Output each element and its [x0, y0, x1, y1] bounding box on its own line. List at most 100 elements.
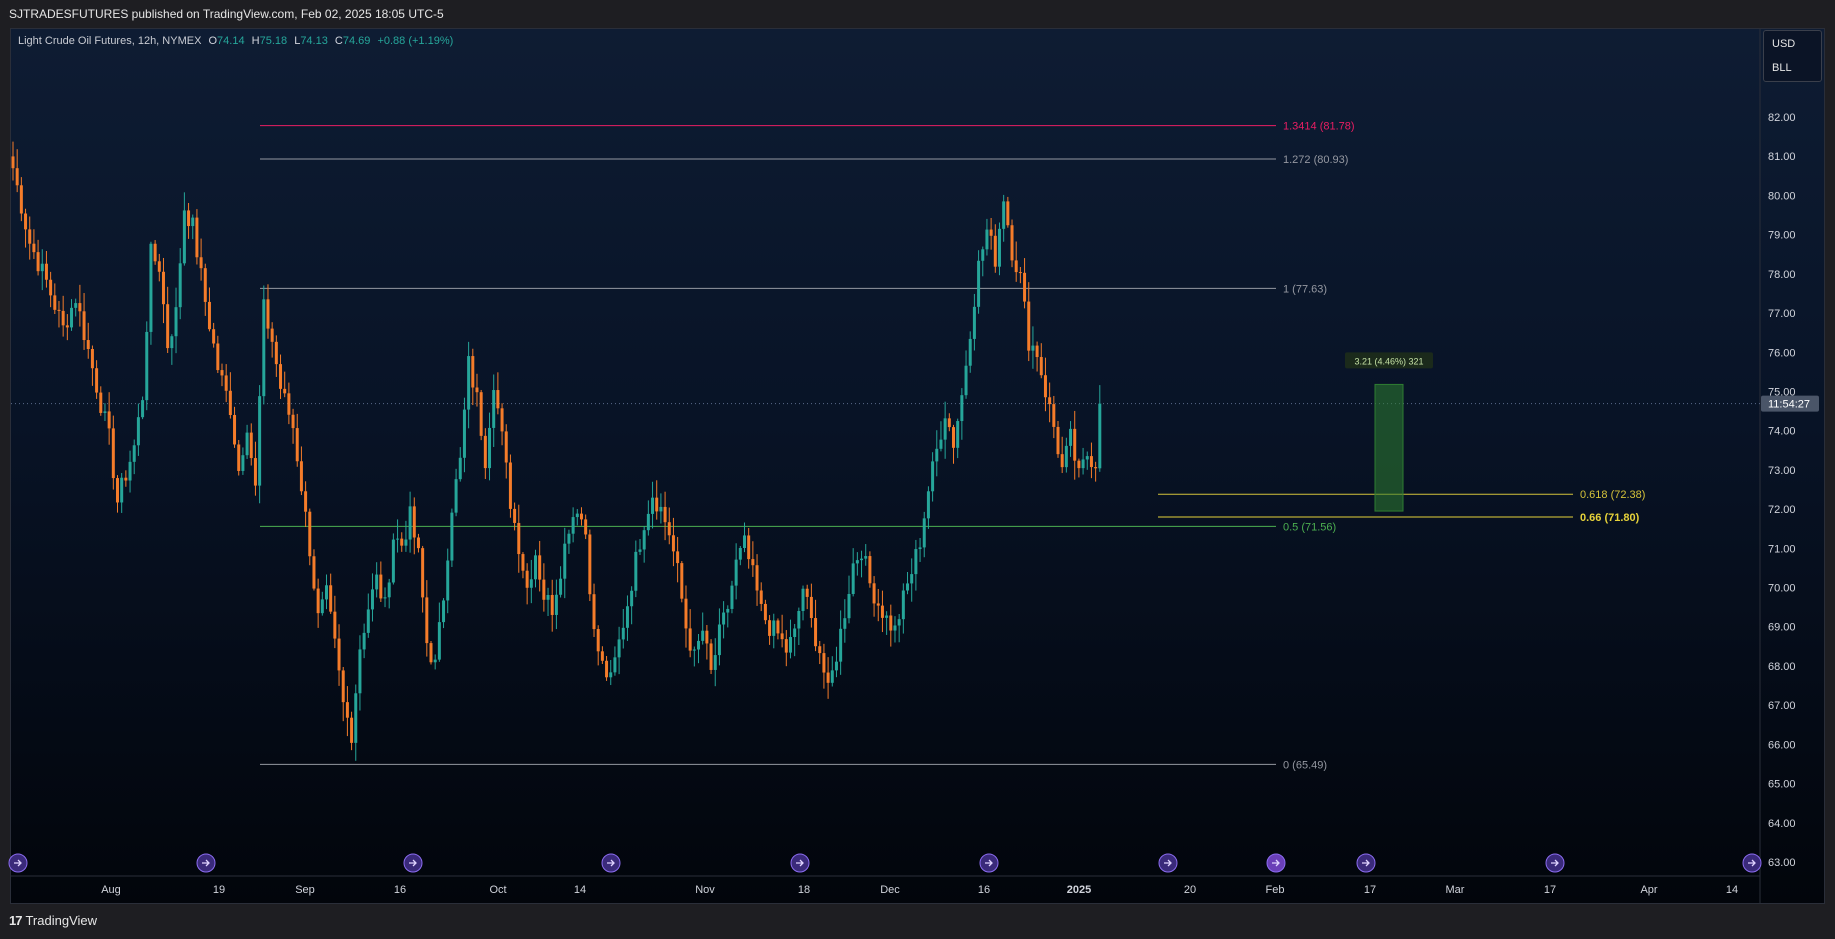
- candle-body: [116, 478, 119, 503]
- candle-body: [508, 462, 512, 509]
- candle-body: [124, 477, 128, 481]
- candle-body: [11, 156, 15, 169]
- candle-body: [634, 551, 638, 591]
- candle-body: [341, 670, 345, 703]
- candle-body: [141, 400, 145, 418]
- candle-body: [132, 445, 136, 462]
- x-tick-label: Oct: [489, 884, 506, 896]
- event-marker-icon[interactable]: [979, 853, 999, 873]
- candle-body: [843, 618, 847, 629]
- candle-body: [517, 522, 521, 555]
- candle-body: [605, 660, 609, 678]
- candle-body: [304, 491, 308, 512]
- x-tick-label: Apr: [1640, 884, 1657, 896]
- candle-body: [479, 392, 483, 436]
- candle-body: [274, 341, 278, 365]
- event-marker-icon[interactable]: [601, 853, 621, 873]
- candle-body: [471, 356, 475, 388]
- candle-body: [952, 427, 955, 448]
- candle-body: [734, 559, 738, 586]
- candle-body: [86, 340, 90, 350]
- event-marker-icon[interactable]: [196, 853, 216, 873]
- candle-body: [212, 329, 216, 344]
- candle-body: [345, 702, 349, 718]
- candle-body: [885, 615, 889, 618]
- candle-body: [968, 338, 972, 366]
- candle-body: [325, 585, 328, 600]
- candle-body: [258, 396, 262, 486]
- candle-body: [262, 299, 266, 397]
- x-tick-label: 17: [1364, 884, 1376, 896]
- event-marker-icon[interactable]: [790, 853, 810, 873]
- event-marker-icon[interactable]: [1158, 853, 1178, 873]
- candle-body: [404, 539, 408, 546]
- candle-body: [107, 411, 111, 429]
- candle-body: [738, 548, 742, 560]
- candle-body: [1048, 397, 1052, 405]
- candle-body: [617, 639, 621, 658]
- candle-body: [203, 268, 207, 302]
- candle-body: [943, 418, 947, 440]
- symbol-name[interactable]: Light Crude Oil Futures, 12h, NYMEX: [18, 35, 201, 47]
- candle-body: [15, 168, 19, 186]
- candle-body: [755, 565, 759, 591]
- y-tick-label: 79.00: [1768, 230, 1796, 242]
- candle-body: [1098, 403, 1102, 469]
- candle-body: [513, 508, 517, 523]
- candle-body: [826, 672, 830, 683]
- event-marker-icon[interactable]: [1356, 853, 1376, 873]
- x-tick-label: 14: [574, 884, 586, 896]
- event-marker-icon[interactable]: [403, 853, 423, 873]
- candle-body: [187, 210, 191, 227]
- candle-body: [149, 243, 153, 332]
- candle-body: [671, 535, 675, 552]
- candle-body: [350, 717, 354, 743]
- measure-label: 3.21 (4.46%) 321: [1354, 356, 1423, 366]
- candle-body: [153, 243, 157, 262]
- event-marker-icon[interactable]: [8, 853, 28, 873]
- candle-body: [567, 533, 571, 544]
- y-tick-label: 72.00: [1768, 504, 1796, 516]
- candle-body: [868, 556, 872, 584]
- candle-body: [839, 628, 843, 662]
- candle-body: [320, 599, 324, 614]
- candle-body: [893, 625, 897, 631]
- candle-body: [291, 414, 295, 429]
- candle-body: [1052, 404, 1056, 427]
- candle-body: [546, 594, 550, 600]
- candle-body: [354, 693, 358, 743]
- candle-body: [680, 563, 684, 599]
- symbol-legend[interactable]: Light Crude Oil Futures, 12h, NYMEX O74.…: [18, 35, 453, 47]
- y-tick-label: 63.00: [1768, 857, 1796, 869]
- candle-body: [989, 229, 993, 236]
- candle-body: [809, 596, 813, 619]
- tradingview-logo[interactable]: 17 TradingView: [9, 913, 97, 928]
- candle-body: [692, 649, 696, 651]
- event-marker-icon[interactable]: [1545, 853, 1565, 873]
- candle-body: [743, 535, 746, 549]
- candlestick-chart[interactable]: 82.0081.0080.0079.0078.0077.0076.0075.00…: [0, 0, 1835, 939]
- candle-body: [1089, 456, 1093, 468]
- candle-body: [600, 651, 604, 661]
- event-marker-icon[interactable]: [1266, 853, 1286, 873]
- candle-body: [918, 547, 922, 550]
- candle-body: [897, 619, 901, 626]
- candle-body: [500, 408, 504, 432]
- event-marker-icon[interactable]: [1742, 853, 1762, 873]
- high-value: 75.18: [259, 35, 288, 47]
- candle-body: [366, 609, 370, 633]
- fib-level-label: 1 (77.63): [1283, 283, 1327, 295]
- candle-body: [571, 517, 575, 534]
- currency-unit-button[interactable]: USD BLL: [1763, 30, 1822, 82]
- candle-body: [818, 646, 822, 654]
- fib-level-label: 0.66 (71.80): [1580, 512, 1640, 524]
- candle-body: [74, 303, 78, 308]
- close-value: 74.69: [342, 35, 371, 47]
- candle-body: [713, 655, 717, 670]
- candle-body: [120, 477, 124, 503]
- candle-body: [880, 605, 884, 618]
- candle-body: [308, 511, 312, 557]
- candle-body: [763, 603, 767, 621]
- candle-body: [759, 590, 763, 604]
- x-tick-label: 14: [1726, 884, 1738, 896]
